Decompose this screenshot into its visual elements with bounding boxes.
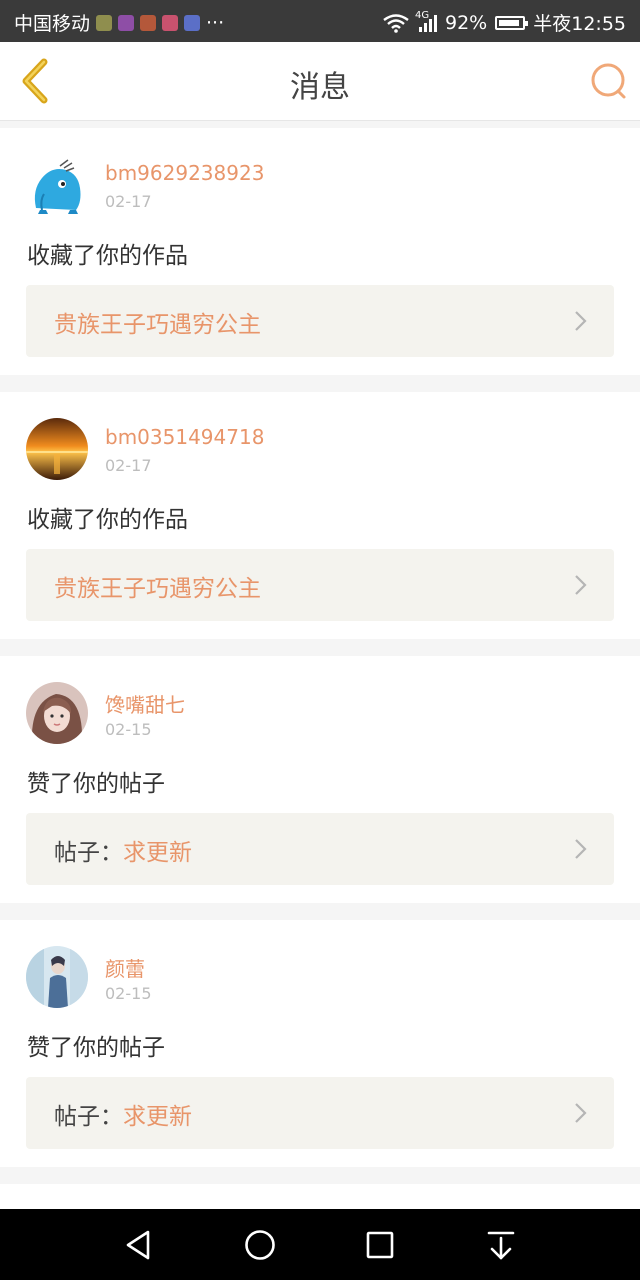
chevron-right-icon [575,1103,587,1123]
sunset-avatar [26,418,88,480]
pull-down-icon [487,1231,515,1260]
action-text: 赞了你的帖子 [27,771,165,797]
user-avatar[interactable] [26,418,88,480]
referenced-work-link[interactable]: 贵族王子巧遇穷公主 [26,285,614,357]
photo-avatar [26,946,88,1008]
nav-home-button[interactable] [240,1225,280,1265]
message-card: 馋嘴甜七 02-15 赞了你的帖子 帖子：求更新 [0,656,640,903]
referenced-post-link[interactable]: 帖子：求更新 [26,1077,614,1149]
referenced-work-title: 贵族王子巧遇穷公主 [54,576,261,602]
nav-back-button[interactable] [118,1225,158,1265]
username[interactable]: 馋嘴甜七 [105,689,185,718]
battery-icon [495,15,529,30]
message-list: bm9629238923 02-17 收藏了你的作品 贵族王子巧遇穷公主 bm0… [0,128,640,1241]
app-notification-icon [184,14,201,31]
message-card: 颜蕾 02-15 赞了你的帖子 帖子：求更新 [0,920,640,1167]
app-notification-icon [162,14,179,31]
system-nav-bar [0,1209,640,1280]
username[interactable]: bm0351494718 [105,425,264,449]
app-notification-icon [140,14,157,31]
referenced-post-title: 帖子：求更新 [54,840,192,866]
user-avatar[interactable] [26,946,88,1008]
app-notification-icon [96,14,113,31]
square-recents-icon [366,1231,394,1259]
clock: 半夜12:55 [533,13,626,35]
blue-creature-avatar [26,154,88,216]
message-card: bm0351494718 02-17 收藏了你的作品 贵族王子巧遇穷公主 [0,392,640,639]
page-title: 消息 [290,70,350,105]
app-header: 消息 [0,42,640,121]
nav-recents-button[interactable] [360,1225,400,1265]
referenced-work-link[interactable]: 贵族王子巧遇穷公主 [26,549,614,621]
message-card: bm9629238923 02-17 收藏了你的作品 贵族王子巧遇穷公主 [0,128,640,375]
message-date: 02-17 [105,192,152,211]
more-notifications: ··· [206,11,225,34]
chevron-right-icon [575,311,587,331]
search-icon [591,63,626,99]
search-button[interactable] [588,60,628,100]
message-date: 02-15 [105,984,152,1003]
battery-percent: 92% [445,11,488,34]
chevron-right-icon [575,575,587,595]
message-date: 02-15 [105,720,152,739]
wifi-icon [383,13,409,33]
username[interactable]: 颜蕾 [105,953,145,982]
network-type-label: 4G [415,9,430,21]
action-text: 赞了你的帖子 [27,1035,165,1061]
carrier-label: 中国移动 [14,13,91,35]
username[interactable]: bm9629238923 [105,161,264,185]
girl-photo-avatar [26,682,88,744]
referenced-post-link[interactable]: 帖子：求更新 [26,813,614,885]
referenced-work-title: 贵族王子巧遇穷公主 [54,312,261,338]
chevron-right-icon [575,839,587,859]
message-date: 02-17 [105,456,152,475]
action-text: 收藏了你的作品 [27,507,188,533]
action-text: 收藏了你的作品 [27,243,188,269]
circle-home-icon [245,1230,275,1260]
user-avatar[interactable] [26,154,88,216]
referenced-post-title: 帖子：求更新 [54,1104,192,1130]
user-avatar[interactable] [26,682,88,744]
app-notification-icon [118,14,135,31]
triangle-back-icon [126,1230,150,1260]
nav-notification-button[interactable] [481,1225,521,1265]
status-bar: 中国移动 ··· 4G 92% 半夜12:55 [0,0,640,42]
